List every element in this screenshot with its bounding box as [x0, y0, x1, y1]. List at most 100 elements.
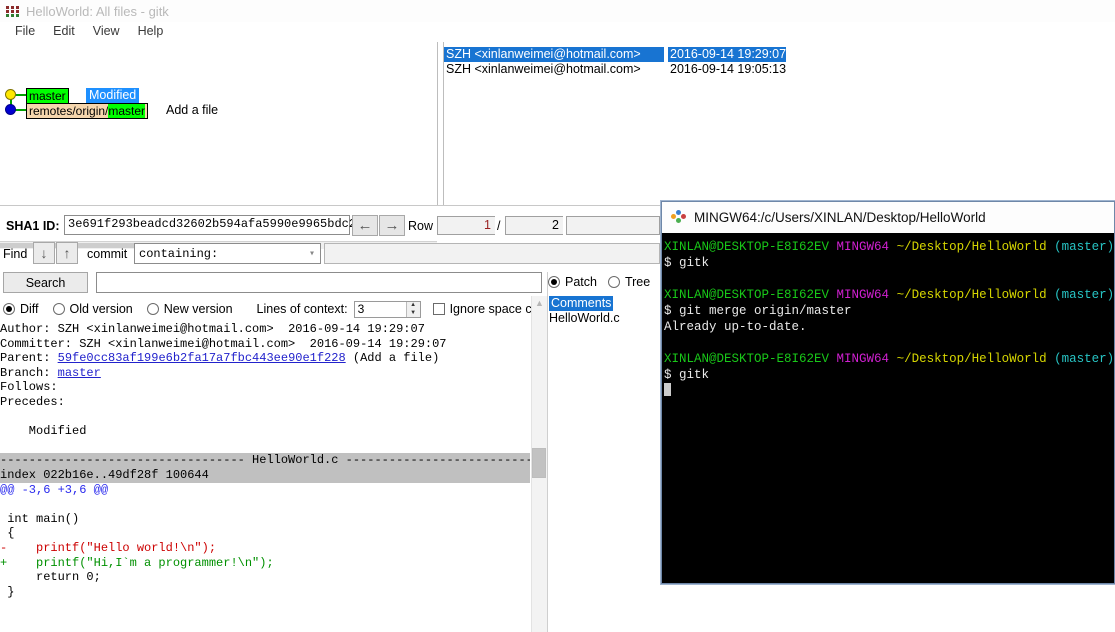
- commit-precedes-line: Precedes:: [0, 394, 65, 409]
- terminal-prompt-path-1: ~/Desktop/HelloWorld: [896, 240, 1047, 254]
- commit-author-column: SZH <xinlanweimei@hotmail.com> SZH <xinl…: [444, 42, 664, 205]
- terminal-command-1: $ gitk: [664, 256, 710, 270]
- row-total-display: 2: [505, 216, 563, 235]
- diff-file-header: ---------------------------------- Hello…: [0, 453, 530, 468]
- file-list[interactable]: Comments HelloWorld.c: [548, 296, 660, 326]
- terminal-prompt-branch-3: (master): [1054, 352, 1115, 366]
- list-item-comments[interactable]: Comments: [548, 296, 660, 311]
- menu-help[interactable]: Help: [129, 23, 173, 39]
- diff-vscrollbar[interactable]: ▲: [531, 296, 547, 632]
- view-mode-row: Patch Tree: [548, 272, 660, 292]
- commit-date-2[interactable]: 2016-09-14 19:05:13: [668, 62, 868, 77]
- find-label: Find: [3, 247, 28, 261]
- commit-node-1[interactable]: [5, 89, 16, 100]
- terminal-prompt-user-3: XINLAN@DESKTOP-E8I62EV: [664, 352, 830, 366]
- terminal-titlebar: MINGW64:/c/Users/XINLAN/Desktop/HelloWor…: [662, 202, 1114, 233]
- radio-old-version-indicator[interactable]: [52, 303, 65, 315]
- find-mode-combobox[interactable]: containing: ▾: [134, 243, 321, 264]
- commit-graph-column[interactable]: master Modified remotes/origin/master Ad…: [0, 42, 437, 205]
- row-current-input[interactable]: 1: [437, 216, 495, 235]
- radio-old-version[interactable]: Old version: [52, 302, 133, 316]
- terminal-prompt-path-2: ~/Desktop/HelloWorld: [896, 288, 1047, 302]
- menu-view[interactable]: View: [84, 23, 129, 39]
- row-extra-field[interactable]: [566, 216, 660, 235]
- chevron-down-icon: ▾: [308, 248, 315, 260]
- commit-list[interactable]: master Modified remotes/origin/master Ad…: [0, 42, 1115, 249]
- terminal-cursor: [664, 383, 671, 396]
- terminal-body[interactable]: XINLAN@DESKTOP-E8I62EV MINGW64 ~/Desktop…: [662, 233, 1114, 583]
- gitk-dots-icon: [6, 5, 20, 17]
- find-scope-label: commit: [87, 247, 128, 261]
- diff-line-ctx-2: {: [0, 526, 15, 541]
- back-arrow-icon[interactable]: ←: [352, 215, 378, 236]
- window-title: HelloWorld: All files - gitk: [26, 3, 169, 19]
- commit-subject-2[interactable]: Add a file: [166, 103, 218, 118]
- diff-line-ctx-3: return 0;: [0, 570, 101, 585]
- menu-edit[interactable]: Edit: [44, 23, 84, 39]
- terminal-prompt-branch-2: (master): [1054, 288, 1115, 302]
- radio-patch-label: Patch: [565, 275, 597, 289]
- stepper-arrows[interactable]: ▲ ▼: [405, 301, 420, 317]
- radio-new-version-indicator[interactable]: [146, 303, 159, 315]
- radio-patch-indicator[interactable]: [548, 276, 560, 288]
- commit-author-1[interactable]: SZH <xinlanweimei@hotmail.com>: [444, 47, 664, 62]
- diff-line-added: + printf("Hi,I`m a programmer!\n");: [0, 555, 274, 570]
- column-divider-author[interactable]: [437, 42, 444, 205]
- ignore-space-change-box[interactable]: [432, 303, 445, 315]
- ref-tag-remotes-origin-master[interactable]: remotes/origin/master: [26, 103, 149, 119]
- commit-date-column: 2016-09-14 19:29:07 2016-09-14 19:05:13: [668, 42, 868, 205]
- radio-diff-indicator[interactable]: [3, 303, 15, 315]
- terminal-prompt-shell-2: MINGW64: [836, 288, 890, 302]
- window-titlebar: HelloWorld: All files - gitk: [0, 0, 1115, 22]
- diff-line-removed: - printf("Hello world!\n");: [0, 540, 217, 555]
- radio-tree[interactable]: Tree: [607, 275, 651, 289]
- terminal-prompt-shell-3: MINGW64: [836, 352, 890, 366]
- find-row: Find ↓ ↑ commit containing: ▾: [0, 242, 660, 267]
- parent-sha-link[interactable]: 59fe0cc83af199e6b2fa17a7fbc443ee90e1f228: [58, 351, 346, 365]
- diff-hunk-header: @@ -3,6 +3,6 @@: [0, 482, 109, 497]
- list-item-helloworld-c[interactable]: HelloWorld.c: [548, 311, 660, 326]
- radio-tree-indicator[interactable]: [607, 276, 620, 288]
- radio-tree-label: Tree: [624, 275, 651, 289]
- stepper-up-icon[interactable]: ▲: [407, 302, 420, 310]
- find-query-input[interactable]: [324, 243, 660, 264]
- lines-of-context-label: Lines of context:: [256, 302, 348, 316]
- search-input[interactable]: [96, 272, 542, 293]
- menu-file[interactable]: File: [6, 23, 44, 39]
- lines-of-context-stepper[interactable]: 3 ▲ ▼: [353, 300, 421, 318]
- mintty-terminal-window[interactable]: MINGW64:/c/Users/XINLAN/Desktop/HelloWor…: [661, 201, 1115, 584]
- forward-arrow-icon[interactable]: →: [379, 215, 405, 236]
- commit-author-line: Author: SZH <xinlanweimei@hotmail.com> 2…: [0, 322, 425, 336]
- find-up-arrow-icon[interactable]: ↑: [56, 242, 78, 264]
- commit-author-2[interactable]: SZH <xinlanweimei@hotmail.com>: [444, 62, 664, 77]
- commit-subject-1[interactable]: Modified: [86, 88, 140, 103]
- diff-line-ctx-1: int main(): [0, 511, 80, 526]
- radio-new-version[interactable]: New version: [146, 302, 233, 316]
- commit-date-1[interactable]: 2016-09-14 19:29:07: [668, 47, 787, 62]
- radio-patch[interactable]: Patch: [548, 275, 597, 289]
- sha1-input[interactable]: 3e691f293beadcd32602b594afa5990e9965bdc2: [64, 215, 356, 235]
- stepper-down-icon[interactable]: ▼: [407, 309, 420, 317]
- diff-pane[interactable]: Author: SZH <xinlanweimei@hotmail.com> 2…: [0, 322, 530, 632]
- row-separator: /: [497, 219, 501, 233]
- diff-vscrollbar-thumb[interactable]: [532, 448, 546, 478]
- file-panel: Patch Tree Comments HelloWorld.c: [548, 272, 660, 632]
- branch-link[interactable]: master: [58, 366, 101, 380]
- scroll-up-icon[interactable]: ▲: [535, 298, 544, 308]
- radio-new-version-label: New version: [163, 302, 233, 316]
- terminal-title: MINGW64:/c/Users/XINLAN/Desktop/HelloWor…: [694, 210, 986, 225]
- find-down-arrow-icon[interactable]: ↓: [33, 242, 55, 264]
- commit-node-2[interactable]: [5, 104, 16, 115]
- radio-old-version-label: Old version: [69, 302, 133, 316]
- radio-diff[interactable]: Diff: [3, 302, 39, 316]
- menubar: File Edit View Help: [0, 22, 1115, 40]
- lines-of-context-value[interactable]: 3: [355, 302, 406, 317]
- terminal-prompt-path-3: ~/Desktop/HelloWorld: [896, 352, 1047, 366]
- search-button[interactable]: Search: [3, 272, 88, 293]
- ref-tag-master[interactable]: master: [26, 88, 69, 104]
- find-mode-value: containing:: [139, 246, 219, 261]
- commit-committer-line: Committer: SZH <xinlanweimei@hotmail.com…: [0, 336, 447, 351]
- terminal-prompt-shell-1: MINGW64: [836, 240, 890, 254]
- terminal-output-2: Already up-to-date.: [664, 320, 807, 334]
- terminal-command-2: $ git merge origin/master: [664, 304, 852, 318]
